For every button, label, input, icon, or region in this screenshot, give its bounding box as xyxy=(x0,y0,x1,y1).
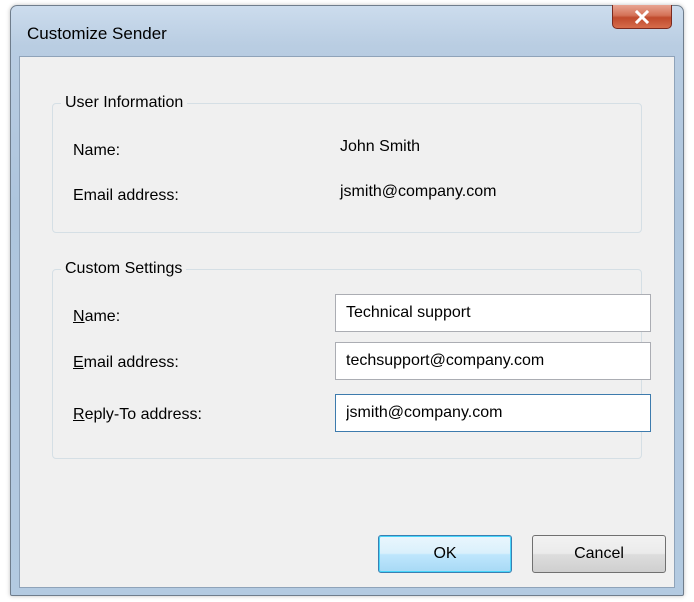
user-name-label: Name: xyxy=(73,142,121,159)
custom-settings-legend: Custom Settings xyxy=(61,259,187,279)
user-email-value: jsmith@company.com xyxy=(340,183,497,200)
cancel-button[interactable]: Cancel xyxy=(532,535,666,573)
user-email-label: Email address: xyxy=(73,187,179,204)
close-icon xyxy=(634,9,650,24)
custom-name-label: Name: xyxy=(73,308,121,325)
custom-email-input[interactable] xyxy=(335,342,651,380)
custom-email-label: Email address: xyxy=(73,354,179,371)
custom-settings-group: Custom Settings Name: Email address: Rep… xyxy=(52,259,651,459)
user-information-legend: User Information xyxy=(61,93,188,113)
customize-sender-dialog: Customize Sender User Information Name: … xyxy=(10,5,684,596)
ok-button[interactable]: OK xyxy=(378,535,512,573)
user-information-group: User Information Name: John Smith Email … xyxy=(52,93,642,233)
dialog-body: User Information Name: John Smith Email … xyxy=(19,56,675,588)
reply-to-input[interactable] xyxy=(335,394,651,432)
window-title: Customize Sender xyxy=(27,24,167,43)
reply-to-label: Reply-To address: xyxy=(73,406,202,423)
custom-name-input[interactable] xyxy=(335,294,651,332)
close-button[interactable] xyxy=(612,5,672,29)
user-name-value: John Smith xyxy=(340,138,421,155)
